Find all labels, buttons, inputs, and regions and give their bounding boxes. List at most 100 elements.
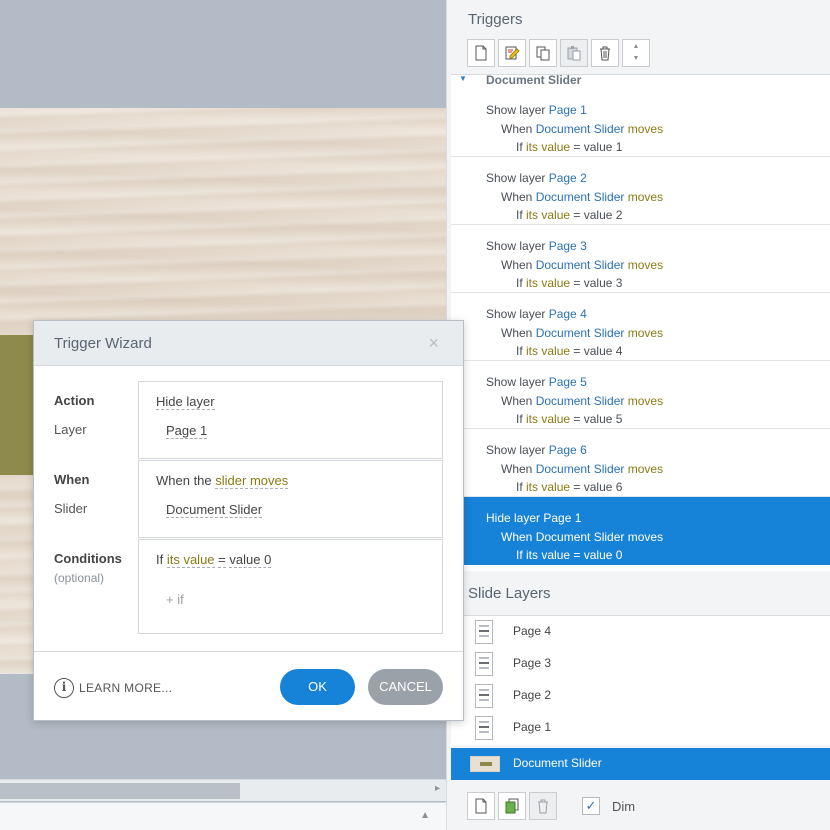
trigger-target-link[interactable]: Page 1 — [543, 511, 581, 525]
trigger-target-link[interactable]: Page 1 — [549, 103, 587, 117]
trigger-condition-line: If its value = value 2 — [516, 208, 622, 222]
move-up-icon[interactable]: ▲ — [633, 41, 640, 53]
info-icon[interactable]: i — [54, 678, 74, 698]
delete-trigger-button[interactable] — [591, 39, 619, 67]
trigger-row[interactable]: Show layer Page 4 When Document Slider mo… — [451, 293, 830, 361]
expand-timeline-icon[interactable]: ▲ — [420, 810, 430, 821]
trigger-cond-if: If — [516, 548, 527, 562]
action-dropdown[interactable]: Hide layer — [156, 394, 215, 410]
trigger-cond-if: If — [516, 480, 527, 494]
condition-if: If — [156, 552, 167, 567]
trigger-when: When — [501, 530, 536, 544]
trigger-cond-if: If — [516, 344, 527, 358]
paste-trigger-button[interactable] — [560, 39, 588, 67]
move-trigger-button[interactable]: ▲ ▼ — [622, 39, 650, 67]
trigger-when: When — [501, 326, 536, 340]
layer-name: Page 4 — [513, 624, 552, 638]
trigger-object-link[interactable]: Document Slider — [536, 530, 625, 544]
trigger-row[interactable]: Show layer Page 6 When Document Slider mo… — [451, 429, 830, 497]
action-box: Hide layer Page 1 — [138, 381, 443, 459]
when-label: When — [54, 472, 90, 487]
trigger-action-line: Show layer Page 2 — [486, 171, 587, 185]
trigger-when-line: When Document Slider moves — [501, 190, 663, 204]
timeline-bar: ▲ — [0, 802, 446, 830]
trigger-row[interactable]: Show layer Page 3 When Document Slider mo… — [451, 225, 830, 293]
trigger-object-link[interactable]: Document Slider — [536, 326, 625, 340]
layer-row[interactable]: Page 3 — [451, 648, 830, 680]
conditions-label: Conditions — [54, 551, 122, 566]
trigger-action: Show layer — [486, 307, 549, 321]
horizontal-scrollbar[interactable]: ▸ — [0, 779, 446, 801]
condition-variable-dropdown[interactable]: its value — [166, 552, 215, 568]
new-layer-button[interactable] — [467, 792, 495, 820]
close-icon[interactable]: × — [428, 333, 439, 354]
trigger-cond-rest: = value 3 — [570, 276, 623, 290]
slider-dropdown[interactable]: Document Slider — [166, 502, 263, 518]
add-condition-link[interactable]: + if — [166, 592, 184, 607]
move-down-icon[interactable]: ▼ — [633, 53, 640, 65]
trigger-event: moves — [624, 326, 664, 340]
triggers-list: ▼ Document Slider Show layer Page 1 When … — [451, 74, 830, 571]
collapse-caret-icon[interactable]: ▼ — [459, 75, 467, 83]
trigger-row[interactable]: Hide layer Page 1 When Document Slider mo… — [451, 497, 830, 565]
conditions-box: If its value = value 0 + if — [138, 539, 443, 634]
trigger-action: Hide layer — [486, 511, 544, 525]
dim-checkbox[interactable]: ✓ — [582, 797, 600, 815]
trigger-when: When — [501, 394, 536, 408]
delete-trigger-icon — [600, 46, 610, 61]
trigger-target-link[interactable]: Page 4 — [549, 307, 587, 321]
scroll-right-icon[interactable]: ▸ — [435, 783, 440, 794]
trigger-object-link[interactable]: Document Slider — [536, 190, 625, 204]
trigger-group-header[interactable]: ▼ Document Slider — [451, 75, 830, 89]
trigger-object-link[interactable]: Document Slider — [536, 122, 625, 136]
trigger-action-line: Show layer Page 5 — [486, 375, 587, 389]
trigger-event: moves — [624, 394, 664, 408]
delete-layer-button[interactable] — [529, 792, 557, 820]
condition-value-dropdown[interactable]: value 0 — [229, 552, 272, 568]
slide-layers-title: Slide Layers — [468, 585, 551, 602]
trigger-cond-rest: = value 5 — [570, 412, 623, 426]
trigger-event: moves — [624, 190, 664, 204]
ok-button[interactable]: OK — [280, 669, 355, 705]
scrollbar-thumb[interactable] — [0, 783, 240, 799]
trigger-object-link[interactable]: Document Slider — [536, 462, 625, 476]
trigger-action: Show layer — [486, 103, 549, 117]
trigger-row[interactable]: Show layer Page 5 When Document Slider mo… — [451, 361, 830, 429]
trigger-object-link[interactable]: Document Slider — [536, 394, 625, 408]
duplicate-layer-button[interactable] — [498, 792, 526, 820]
document-slider-object[interactable] — [0, 335, 36, 475]
trigger-target-link[interactable]: Page 3 — [549, 239, 587, 253]
trigger-object-link[interactable]: Document Slider — [536, 258, 625, 272]
edit-trigger-button[interactable] — [498, 39, 526, 67]
copy-trigger-button[interactable] — [529, 39, 557, 67]
base-layer-name: Document Slider — [513, 756, 602, 770]
learn-more-link[interactable]: LEARN MORE... — [79, 681, 172, 695]
layer-thumbnail — [475, 684, 493, 708]
trigger-row[interactable]: Show layer Page 2 When Document Slider mo… — [451, 157, 830, 225]
trigger-when-line: When Document Slider moves — [501, 462, 663, 476]
trigger-cond-if: If — [516, 140, 527, 154]
condition-operator-dropdown[interactable]: = — [218, 552, 226, 568]
base-layer-row[interactable]: Document Slider — [451, 748, 830, 780]
layer-thumbnail — [470, 756, 500, 772]
trigger-when-line: When Document Slider moves — [501, 530, 663, 544]
when-box: When the slider moves Document Slider — [138, 460, 443, 538]
event-dropdown[interactable]: slider moves — [215, 473, 289, 489]
trigger-target-link[interactable]: Page 2 — [549, 171, 587, 185]
trigger-cond-rest: = value 6 — [570, 480, 623, 494]
trigger-target-link[interactable]: Page 5 — [549, 375, 587, 389]
layer-row[interactable]: Page 2 — [451, 680, 830, 712]
trigger-when-line: When Document Slider moves — [501, 394, 663, 408]
trigger-row[interactable]: Show layer Page 1 When Document Slider mo… — [451, 89, 830, 157]
action-label: Action — [54, 393, 95, 408]
layer-dropdown[interactable]: Page 1 — [166, 423, 208, 439]
layer-row[interactable]: Page 1 — [451, 712, 830, 744]
layer-name: Page 1 — [513, 720, 552, 734]
trigger-target-link[interactable]: Page 6 — [549, 443, 587, 457]
layer-row[interactable]: Page 4 — [451, 616, 830, 648]
trigger-condition-line: If its value = value 6 — [516, 480, 622, 494]
trigger-cond-rest: = value 1 — [570, 140, 623, 154]
cancel-button[interactable]: CANCEL — [368, 669, 443, 705]
condition-row: If its value = value 0 — [156, 552, 272, 568]
new-trigger-button[interactable] — [467, 39, 495, 67]
